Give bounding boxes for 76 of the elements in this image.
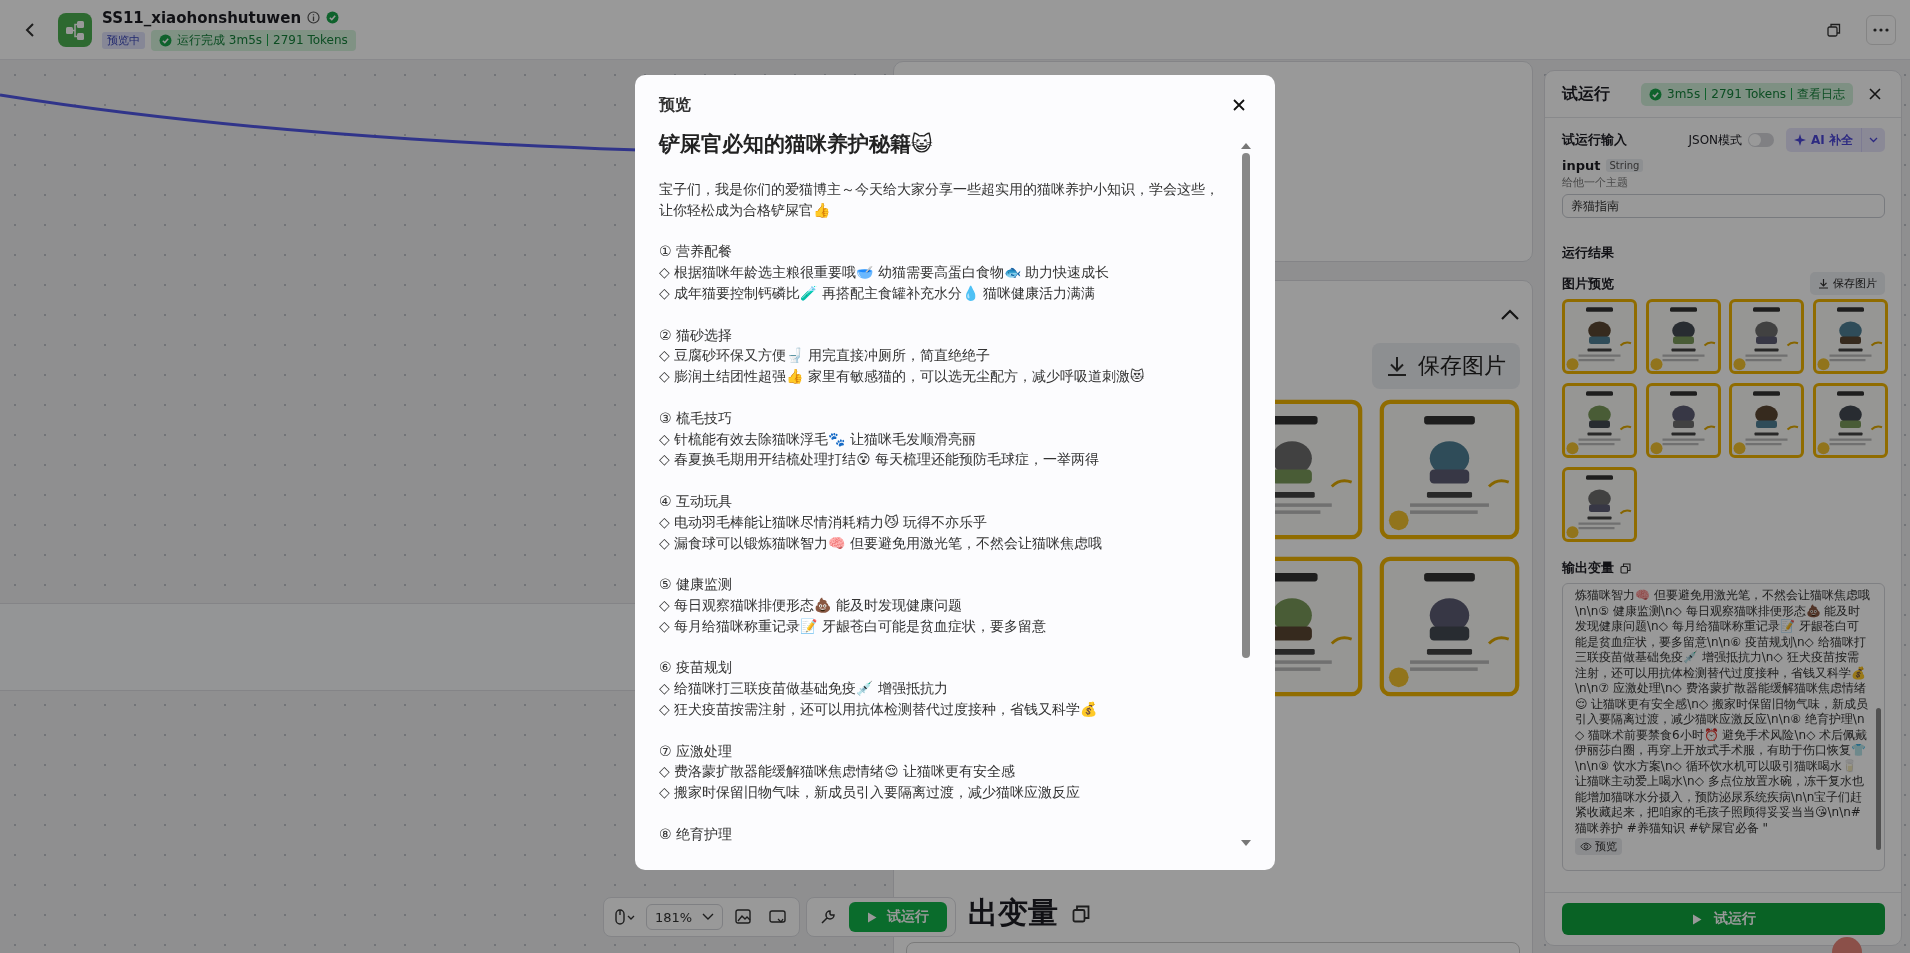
section-title: ② 猫砂选择 (659, 325, 733, 345)
panel-title: 试运行 (1562, 83, 1610, 105)
eye-icon[interactable] (1580, 842, 1592, 851)
list-line: ◇ 根据猫咪年龄选主粮很重要哦🥣 幼猫需要高蛋白食物🐟 助力快速成长 (659, 263, 1111, 283)
list-line: ◇ 狂犬疫苗按需注射，还可以用抗体检测替代过度接种，省钱又科学💰 (659, 699, 1099, 719)
copy-icon[interactable] (1620, 562, 1631, 574)
output-variable-heading: 出变量 (968, 894, 1058, 932)
list-line: ◇ 成年猫要控制钙磷比🧪 再搭配主食罐补充水分💧 猫咪健康活力满满 (659, 284, 1097, 303)
duration-text: 3m5s (1667, 87, 1701, 101)
list-line: ◇ 春夏换毛期用开结梳处理打结😵 每天梳理还能预防毛球症，一举两得 (659, 450, 1101, 470)
download-icon[interactable] (1386, 355, 1408, 377)
list-line: ◇ 搬家时保留旧物气味，新成员引入要隔离过渡，减少猫咪应激反应 (659, 783, 1082, 803)
check-circle-icon (1649, 87, 1663, 101)
sparkle-icon[interactable] (1794, 134, 1807, 146)
download-icon[interactable] (1818, 278, 1829, 289)
list-line: ◇ 漏食球可以锻炼猫咪智力🧠 但要避免用激光笔，不然会让猫咪焦虑哦 (659, 533, 1103, 553)
info-icon[interactable] (307, 11, 321, 24)
scrollbar-thumb[interactable] (1242, 153, 1250, 658)
token-count: 2791 Tokens (1711, 87, 1786, 101)
verified-icon (326, 11, 340, 24)
run-button[interactable]: 试运行 (1562, 903, 1885, 935)
list-line: ◇ 豆腐砂环保又方便🚽 用完直接冲厕所，简直绝绝子 (659, 346, 991, 366)
check-circle-icon (159, 33, 172, 47)
type-tag: String (1605, 159, 1644, 172)
scrollbar[interactable] (1876, 708, 1881, 850)
workflow-title: SS11_xiaohonshutuwen (102, 8, 302, 27)
json-mode-label: JSON模式 (1688, 131, 1743, 149)
field-label: input (1562, 158, 1601, 173)
list-line: ◇ 给猫咪打三联疫苗做基础免疫💉 增强抵抗力 (659, 679, 949, 699)
list-line: ◇ 费洛蒙扩散器能缓解猫咪焦虑情绪😌 让猫咪更有安全感 (659, 762, 1017, 782)
section-title: ③ 梳毛技巧 (659, 408, 733, 428)
article-paragraph: 宝子们，我是你们的爱猫博主～今天给大家分享一些超实用的猫咪养护小知识，学会这些，让你轻松成为合格铲屎官👍 (659, 180, 1220, 220)
save-image-button[interactable]: 保存图片 (1372, 343, 1520, 389)
collapse-icon[interactable] (1500, 309, 1520, 321)
list-line: ◇ 针梳能有效去除猫咪浮毛🐾 让猫咪毛发顺滑亮丽 (659, 429, 977, 449)
output-text: 炼猫咪智力🧠 但要避免用激光笔，不然会让猫咪焦虑哦\n\n⑤ 健康监测\n◇ 每日观察猫咪排便形态💩 能及时发现健康问题\n◇ 每月给猫咪称重记录📝 牙龈苍白可能是贫血症状，要多留意\n\n⑥ 疫苗规划\n◇ 给猫咪打三联疫苗做基础免疫💉 增强抵抗力\n◇ 狂犬疫苗按需注射，还可以用抗体检测替代过度接种，省钱又科学💰\n\n⑦ 应激处理\n◇ 费洛蒙扩散器能缓解猫咪焦虑情绪😌 让猫咪更有安全感\n◇ 搬家时保留旧物气味，新成员引入要隔离过渡，减少猫咪应激反应\n\n⑧ 绝育护理\n◇ 猫咪术前要禁食6小时⏰ 避免手术风险\n◇ 术后佩戴伊丽莎白圈，再穿上开放式手术服，有助于伤口恢复👕 \n\n⑨ 饮水方案\n◇ 循环饮水机可以吸引猫咪喝水🥛 让猫咪主动爱上喝水\n◇ 多点位放置水碗，冻干复水也能增加猫咪水分摄入，预防泌尿系统疾病\n\n宝子们赶紧收藏起来，把咱家的毛孩子照顾得妥妥当当😘\n\n#猫咪养护 #养猫知识 #铲屎官必备 " (1575, 588, 1870, 836)
section-title: ⑧ 绝育护理 (659, 824, 733, 844)
dialog-title: 预览 (659, 94, 691, 116)
workflow-icon (58, 12, 92, 47)
wrench-icon[interactable] (820, 909, 837, 925)
list-line: ◇ 每日观察猫咪排便形态💩 能及时发现健康问题 (659, 595, 963, 615)
image-icon[interactable] (735, 909, 754, 925)
close-icon[interactable] (1869, 88, 1881, 100)
chevron-down-icon[interactable] (1869, 137, 1878, 143)
section-title: 试运行输入 (1562, 131, 1627, 149)
section-title: ⑥ 疫苗规划 (659, 658, 733, 678)
view-log-link[interactable]: 查看日志 (1797, 85, 1845, 103)
article-heading: 铲屎官必知的猫咪养护秘籍😺 (659, 131, 934, 158)
play-icon[interactable] (1691, 913, 1702, 925)
copy-icon[interactable] (1827, 22, 1841, 37)
save-image-button[interactable]: 保存图片 (1810, 272, 1885, 295)
section-title: ⑦ 应激处理 (659, 741, 733, 761)
more-icon[interactable] (1873, 27, 1889, 32)
list-line: ◇ 每月给猫咪称重记录📝 牙龈苍白可能是贫血症状，要多留意 (659, 616, 1047, 636)
close-icon[interactable] (1233, 99, 1245, 111)
status-text: 运行完成 3m5s (177, 31, 263, 49)
token-count: 2791 Tokens (273, 33, 348, 47)
copy-icon[interactable] (1072, 904, 1090, 923)
comment-icon[interactable] (769, 909, 788, 925)
scroll-down-button[interactable] (1241, 840, 1251, 846)
preview-badge: 预览中 (102, 31, 145, 49)
json-mode-toggle[interactable] (1748, 133, 1775, 147)
zoom-select[interactable]: 181% (646, 904, 724, 930)
mouse-icon[interactable] (614, 909, 636, 925)
section-title: ① 营养配餐 (659, 242, 733, 262)
caret-icon[interactable] (702, 913, 715, 921)
section-title: ⑤ 健康监测 (659, 575, 733, 595)
output-variable-title: 输出变量 (1562, 559, 1614, 577)
back-icon[interactable] (25, 21, 35, 38)
input-field[interactable]: 养猫指南 (1562, 194, 1885, 218)
section-title: ④ 互动玩具 (659, 491, 733, 511)
preview-button[interactable]: 预览 (1575, 838, 1622, 855)
list-line: ◇ 电动羽毛棒能让猫咪尽情消耗精力😼 玩得不亦乐乎 (659, 512, 989, 532)
section-title: 运行结果 (1562, 244, 1614, 262)
image-preview-title: 图片预览 (1562, 274, 1614, 293)
list-line: ◇ 膨润土结团性超强👍 家里有敏感猫的，可以选无尘配方，减少呼吸道刺激😻 (659, 367, 1146, 387)
